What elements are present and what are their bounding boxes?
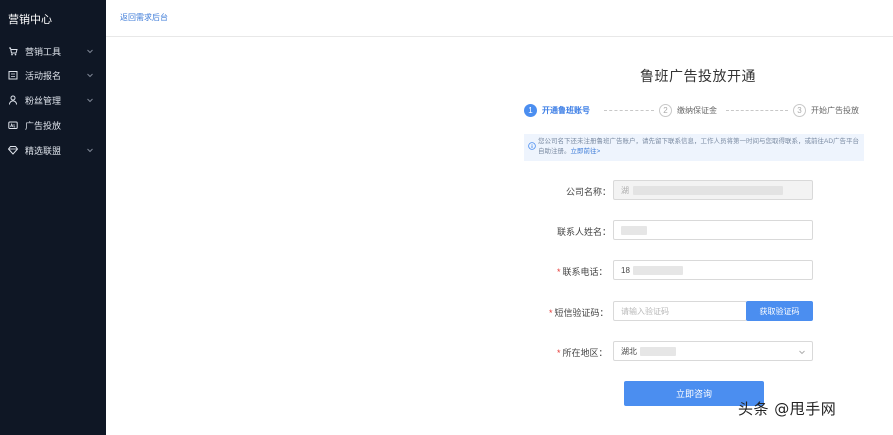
step-label: 开始广告投放: [811, 106, 859, 115]
company-value: 湖: [621, 185, 629, 195]
phone-label-text: 联系电话: [562, 267, 599, 277]
step-1: 1 开通鲁班账号: [524, 104, 590, 117]
sidebar-item-activity-signup[interactable]: 活动报名: [0, 66, 106, 84]
sidebar-item-label: 活动报名: [25, 70, 62, 81]
region-value: 湖北: [621, 346, 637, 356]
company-field: 湖: [613, 180, 813, 200]
chevron-down-icon: [798, 348, 806, 356]
colon: ：: [598, 348, 608, 358]
top-bar: 返回需求后台: [106, 0, 893, 37]
sidebar-item-selected-alliance[interactable]: 精选联盟: [0, 141, 106, 159]
sidebar-item-fan-management[interactable]: 粉丝管理: [0, 91, 106, 109]
step-number: 2: [659, 104, 672, 117]
contact-name-field[interactable]: [613, 220, 813, 240]
sidebar-item-label: 营销工具: [25, 46, 62, 57]
chevron-down-icon: [86, 47, 94, 55]
required-mark: *: [557, 348, 561, 358]
sidebar-brand: 营销中心: [8, 14, 52, 26]
verification-code-input[interactable]: 请输入验证码: [613, 301, 747, 321]
sidebar-item-label: 精选联盟: [25, 145, 62, 156]
colon: ：: [598, 267, 608, 277]
notice-banner: 您公司名下还未注册鲁班广告账户，请先留下联系信息，工作人员将第一时间与您取得联系…: [524, 134, 864, 161]
company-label-text: 公司名称: [566, 187, 603, 197]
step-label: 缴纳保证金: [677, 106, 717, 115]
redacted-text: [633, 185, 783, 195]
required-mark: *: [557, 267, 561, 277]
phone-label: * 联系电话：: [557, 265, 608, 278]
company-label: 公司名称：: [566, 185, 611, 198]
redacted-text: [632, 265, 683, 275]
ad-icon: [8, 120, 18, 130]
chevron-down-icon: [86, 146, 94, 154]
redacted-text: [640, 346, 676, 356]
contact-label: 联系人姓名：: [557, 225, 611, 238]
sidebar-item-marketing-tools[interactable]: 营销工具: [0, 42, 106, 60]
cart-icon: [8, 46, 18, 56]
region-label-text: 所在地区: [562, 348, 599, 358]
code-label-text: 短信验证码: [554, 308, 600, 318]
sidebar-item-label: 广告投放: [25, 120, 62, 131]
step-2: 2 缴纳保证金: [659, 104, 717, 117]
calendar-icon: [8, 70, 18, 80]
contact-label-text: 联系人姓名: [557, 227, 603, 237]
get-code-button[interactable]: 获取验证码: [746, 301, 813, 321]
phone-value: 18: [621, 265, 630, 275]
sidebar-item-label: 粉丝管理: [25, 95, 62, 106]
sidebar: 营销中心 营销工具 活动报名 粉丝管理 广告投放 精选联盟: [0, 0, 106, 435]
step-number: 3: [793, 104, 806, 117]
step-connector: [726, 110, 788, 111]
back-link[interactable]: 返回需求后台: [120, 12, 168, 23]
watermark: 头条 @甩手网: [738, 400, 837, 418]
region-label: * 所在地区：: [557, 346, 608, 359]
diamond-icon: [8, 145, 18, 155]
code-label: * 短信验证码：: [549, 306, 609, 319]
colon: ：: [599, 308, 609, 318]
redacted-text: [621, 225, 647, 235]
page-title: 鲁班广告投放开通: [640, 68, 756, 84]
step-number: 1: [524, 104, 537, 117]
step-3: 3 开始广告投放: [793, 104, 859, 117]
phone-field[interactable]: 18: [613, 260, 813, 280]
user-icon: [8, 95, 18, 105]
required-mark: *: [549, 308, 553, 318]
colon: ：: [602, 227, 612, 237]
notice-link[interactable]: 立即前往>: [571, 148, 601, 155]
region-select[interactable]: 湖北: [613, 341, 813, 361]
notice-text: 您公司名下还未注册鲁班广告账户，请先留下联系信息，工作人员将第一时间与您取得联系…: [538, 137, 860, 157]
info-icon: [528, 137, 536, 150]
sidebar-item-ad-placement[interactable]: 广告投放: [0, 116, 106, 134]
chevron-down-icon: [86, 71, 94, 79]
step-label: 开通鲁班账号: [542, 106, 590, 115]
chevron-down-icon: [86, 96, 94, 104]
colon: ：: [602, 187, 612, 197]
step-connector: [604, 110, 654, 111]
code-placeholder: 请输入验证码: [621, 306, 669, 316]
